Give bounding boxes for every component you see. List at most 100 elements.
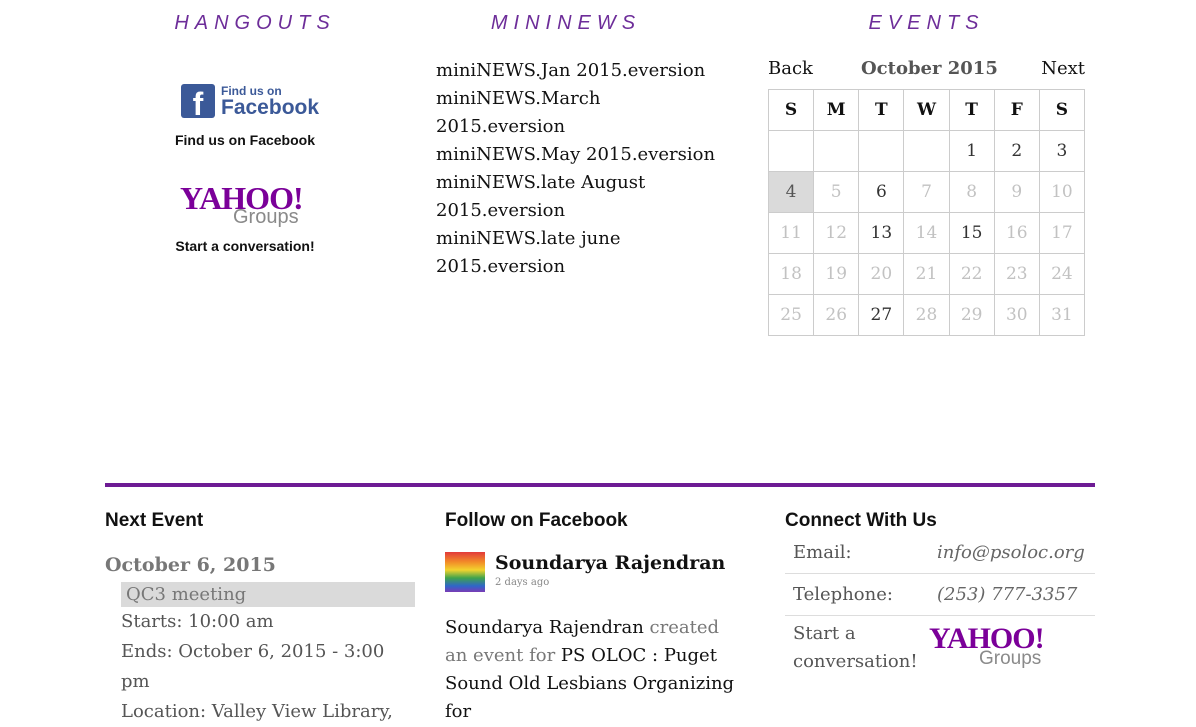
email-label: Email:	[793, 542, 852, 563]
calendar-week-row: 123	[767, 130, 1086, 172]
events-heading: EVENTS	[868, 12, 985, 34]
email-link[interactable]: info@psoloc.org	[937, 542, 1085, 563]
conversation-label: Start a conversation!	[793, 623, 918, 672]
calendar-day: 9	[993, 171, 1040, 213]
calendar-day[interactable]: 15	[948, 212, 995, 254]
mininews-link[interactable]: miniNEWS.Jan 2015.eversion	[436, 60, 705, 81]
mininews-column: MININEWS miniNEWS.Jan 2015.eversion mini…	[436, 0, 736, 299]
calendar-weekday: S	[1038, 89, 1086, 131]
next-event-widget: Next Event October 6, 2015 QC3 meeting S…	[105, 510, 415, 727]
list-item: miniNEWS.late june 2015.eversion	[436, 225, 726, 281]
calendar-weekday: M	[813, 89, 860, 131]
facebook-poster-info: Soundarya Rajendran 2 days ago	[495, 552, 725, 588]
calendar-day: 23	[993, 253, 1040, 295]
facebook-wordmark-big: Facebook	[221, 95, 320, 119]
calendar-week-row: 11 12 13 14 15 16 17	[767, 212, 1086, 254]
facebook-logo-link[interactable]: f Find us on Facebook	[181, 84, 319, 118]
facebook-post-header: Soundarya Rajendran 2 days ago	[445, 552, 745, 592]
next-event-title: Next Event	[105, 510, 204, 531]
contact-phone-row: Telephone: (253) 777-3357	[785, 574, 1095, 616]
next-event-date: October 6, 2015	[105, 554, 276, 576]
events-column: EVENTS Back October 2015 Next SMTWTFS 12…	[767, 0, 1086, 336]
phone-label: Telephone:	[793, 584, 893, 605]
contact-email-row: Email: info@psoloc.org	[785, 532, 1095, 574]
calendar-nav: Back October 2015 Next	[768, 58, 1085, 84]
calendar-day: 5	[813, 171, 860, 213]
facebook-caption[interactable]: Find us on Facebook	[150, 132, 340, 148]
next-event-location: Location: Valley View Library,	[121, 701, 393, 722]
hangouts-column: HANGOUTS f Find us on Facebook Find us o…	[150, 0, 360, 254]
next-event-name[interactable]: QC3 meeting	[121, 582, 415, 607]
footer-divider	[105, 483, 1095, 487]
calendar-weekday: F	[993, 89, 1040, 131]
calendar-day: 25	[767, 294, 815, 336]
calendar-day: 17	[1038, 212, 1086, 254]
calendar-weekday: T	[858, 89, 905, 131]
facebook-feed-title: Follow on Facebook	[445, 510, 628, 531]
mininews-link[interactable]: miniNEWS.late june 2015.eversion	[436, 228, 621, 277]
avatar[interactable]	[445, 552, 485, 592]
calendar-day: 31	[1038, 294, 1086, 336]
calendar-weekday-row: SMTWTFS	[767, 89, 1086, 131]
calendar-day: 7	[903, 171, 950, 213]
facebook-icon: f	[181, 84, 215, 118]
calendar-day: 16	[993, 212, 1040, 254]
calendar-week-row: 25 26 27 28 29 30 31	[767, 294, 1086, 336]
calendar-weekday: S	[767, 89, 815, 131]
mininews-link[interactable]: miniNEWS.March 2015.eversion	[436, 88, 600, 137]
facebook-post-time[interactable]: 2 days ago	[495, 577, 725, 588]
calendar-day: 12	[813, 212, 860, 254]
calendar-day	[813, 130, 860, 172]
yahoo-footer-groups-label: Groups	[979, 648, 1042, 669]
calendar-next-button[interactable]: Next	[1041, 58, 1085, 79]
calendar-day	[858, 130, 905, 172]
list-item: miniNEWS.late August 2015.eversion	[436, 169, 726, 225]
calendar-week-row: 4 5 6 7 8 9 10	[767, 171, 1086, 213]
calendar-day: 20	[858, 253, 905, 295]
yahoo-groups-label: Groups	[233, 206, 299, 228]
list-item: miniNEWS.March 2015.eversion	[436, 85, 726, 141]
calendar-weekday: W	[903, 89, 950, 131]
calendar-day: 18	[767, 253, 815, 295]
calendar-day[interactable]: 3	[1038, 130, 1086, 172]
calendar-day: 8	[948, 171, 995, 213]
list-item: miniNEWS.Jan 2015.eversion	[436, 57, 726, 85]
facebook-post-author-link[interactable]: Soundarya Rajendran	[445, 617, 644, 638]
phone-value: (253) 777-3357	[937, 584, 1078, 605]
facebook-wordmark-small: Find us on	[221, 83, 282, 98]
calendar-day: 29	[948, 294, 995, 336]
list-item: miniNEWS.May 2015.eversion	[436, 141, 726, 169]
facebook-post-body: Soundarya Rajendran created an event for…	[445, 614, 745, 726]
calendar-day: 21	[903, 253, 950, 295]
calendar-day: 30	[993, 294, 1040, 336]
connect-widget: Connect With Us Email: info@psoloc.org T…	[785, 510, 1095, 684]
calendar-day[interactable]: 13	[858, 212, 905, 254]
calendar-weekday: T	[948, 89, 995, 131]
facebook-feed-widget: Follow on Facebook Soundarya Rajendran 2…	[445, 510, 745, 726]
calendar-day[interactable]: 1	[948, 130, 995, 172]
calendar-day: 14	[903, 212, 950, 254]
mininews-link[interactable]: miniNEWS.late August 2015.eversion	[436, 172, 645, 221]
calendar-week-row: 18 19 20 21 22 23 24	[767, 253, 1086, 295]
calendar-day: 22	[948, 253, 995, 295]
mininews-list: miniNEWS.Jan 2015.eversion miniNEWS.Marc…	[436, 57, 726, 281]
yahoo-caption[interactable]: Start a conversation!	[150, 238, 340, 254]
yahoo-groups-footer-link[interactable]: YAHOO! Groups	[923, 622, 1073, 674]
calendar-day[interactable]: 6	[858, 171, 905, 213]
facebook-wordmark: Find us on Facebook	[221, 85, 319, 118]
hangouts-heading: HANGOUTS	[174, 12, 336, 34]
calendar-day: 10	[1038, 171, 1086, 213]
calendar-month-label: October 2015	[861, 58, 998, 79]
calendar-day	[903, 130, 950, 172]
mininews-link[interactable]: miniNEWS.May 2015.eversion	[436, 144, 715, 165]
calendar-day: 11	[767, 212, 815, 254]
calendar-day: 24	[1038, 253, 1086, 295]
calendar-day[interactable]: 27	[858, 294, 905, 336]
calendar-day: 19	[813, 253, 860, 295]
calendar-day	[767, 130, 815, 172]
calendar-back-button[interactable]: Back	[768, 58, 813, 79]
connect-title: Connect With Us	[785, 510, 937, 531]
calendar-day: 26	[813, 294, 860, 336]
facebook-poster-name[interactable]: Soundarya Rajendran	[495, 552, 725, 574]
calendar-day[interactable]: 2	[993, 130, 1040, 172]
